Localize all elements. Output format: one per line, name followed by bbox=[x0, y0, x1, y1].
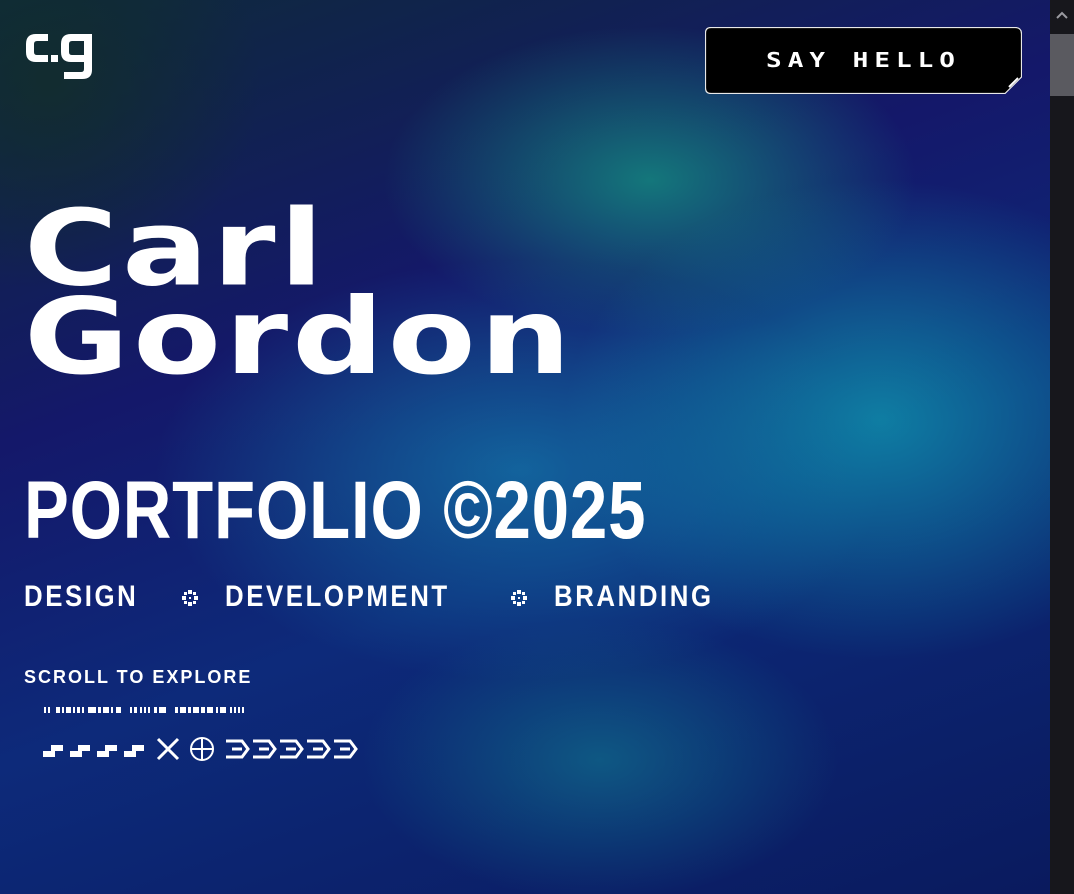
pixel-sparkle-icon bbox=[179, 585, 203, 609]
say-hello-button[interactable]: SAY HELLO bbox=[705, 27, 1022, 94]
site-logo[interactable] bbox=[24, 30, 96, 82]
chevron-arrow-icon bbox=[226, 739, 358, 759]
decorative-glyph-strip bbox=[42, 705, 362, 769]
pixel-slash-icon bbox=[43, 745, 144, 757]
crosshair-circle-icon bbox=[190, 737, 214, 761]
say-hello-label: SAY HELLO bbox=[766, 48, 961, 73]
scroll-to-explore-label: SCROLL TO EXPLORE bbox=[24, 667, 253, 687]
service-design: DESIGN bbox=[24, 580, 139, 613]
page-scrollbar[interactable] bbox=[1050, 0, 1074, 894]
name-last: Gordon bbox=[24, 276, 575, 399]
cross-x-icon bbox=[156, 737, 180, 761]
services-list: DESIGN DEVELOPMENT BRANDING bbox=[24, 577, 740, 617]
cg-logo-icon bbox=[26, 34, 92, 79]
service-branding: BRANDING bbox=[554, 580, 715, 613]
pixel-sparkle-icon bbox=[508, 585, 532, 609]
scroll-up-arrow-icon[interactable] bbox=[1050, 0, 1074, 30]
hero-section: SAY HELLO Carl Gordon PORTFOLIO ©2025 DE… bbox=[0, 0, 1050, 894]
service-development: DEVELOPMENT bbox=[225, 580, 450, 613]
portfolio-year-heading: PORTFOLIO ©2025 bbox=[24, 465, 647, 556]
barcode-icon bbox=[44, 707, 244, 713]
scrollbar-thumb[interactable] bbox=[1050, 34, 1074, 96]
hero-name: Carl Gordon bbox=[24, 196, 575, 399]
